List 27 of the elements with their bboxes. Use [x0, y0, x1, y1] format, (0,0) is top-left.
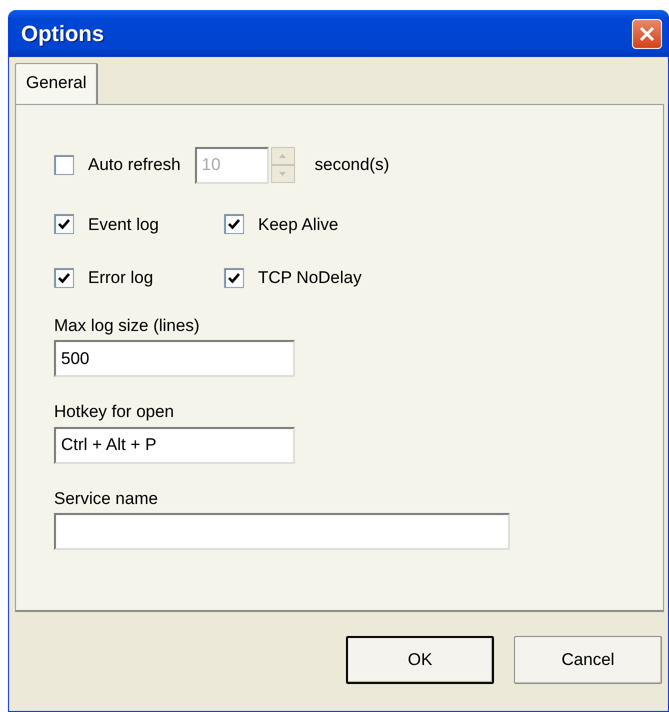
dialog-button[interactable]: OK: [346, 636, 494, 684]
dialog-button[interactable]: Cancel: [514, 636, 662, 684]
check-icon: [58, 218, 70, 230]
checkbox-label[interactable]: Auto refresh: [88, 152, 181, 178]
checkbox[interactable]: [224, 268, 244, 288]
field-label: Hotkey for open: [54, 401, 176, 423]
text-field[interactable]: Ctrl + Alt + P: [54, 426, 295, 464]
text-field[interactable]: 500: [54, 340, 295, 377]
checkbox[interactable]: [224, 214, 244, 234]
close-icon: [638, 24, 656, 42]
text-field[interactable]: [54, 513, 510, 550]
checkbox[interactable]: [54, 268, 74, 288]
checkbox-label[interactable]: Keep Alive: [258, 212, 338, 237]
checkbox-label[interactable]: Error log: [88, 265, 154, 290]
check-icon: [228, 272, 240, 284]
close-button[interactable]: [632, 18, 662, 48]
window-title: Options: [21, 20, 104, 48]
unit-label: second(s): [314, 154, 390, 176]
checkbox[interactable]: [54, 214, 74, 234]
checkbox[interactable]: [54, 155, 74, 175]
checkbox-label[interactable]: Event log: [88, 212, 159, 237]
field-label: Service name: [54, 488, 159, 510]
tab[interactable]: General: [15, 63, 98, 104]
check-icon: [58, 272, 70, 284]
checkbox-label[interactable]: TCP NoDelay: [258, 265, 362, 290]
check-icon: [228, 218, 240, 230]
field-label: Max log size (lines): [54, 314, 200, 336]
